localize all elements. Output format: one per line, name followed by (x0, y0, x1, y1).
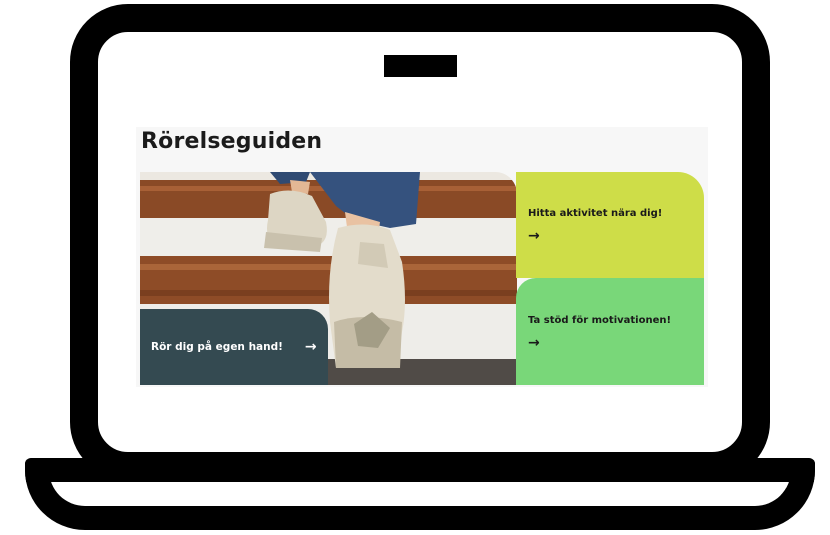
tile-find-activity[interactable]: Hitta aktivitet nära dig! → (516, 172, 704, 278)
tile-motivation-label: Ta stöd för motivationen! (528, 315, 672, 326)
tile-find-activity-label: Hitta aktivitet nära dig! (528, 208, 663, 219)
tile-on-your-own[interactable]: Rör dig på egen hand! → (140, 309, 328, 385)
page-title: Rörelseguiden (141, 129, 323, 154)
arrow-right-icon: → (528, 228, 540, 244)
tile-on-your-own-label: Rör dig på egen hand! (151, 341, 283, 353)
laptop-camera (384, 55, 457, 77)
laptop-base (25, 458, 815, 530)
tile-motivation[interactable]: Ta stöd för motivationen! → (516, 278, 704, 385)
arrow-right-icon: → (304, 339, 317, 355)
web-page: Rörelseguiden Rör dig på egen hand! → Hi… (136, 127, 708, 387)
arrow-right-icon: → (528, 335, 540, 351)
